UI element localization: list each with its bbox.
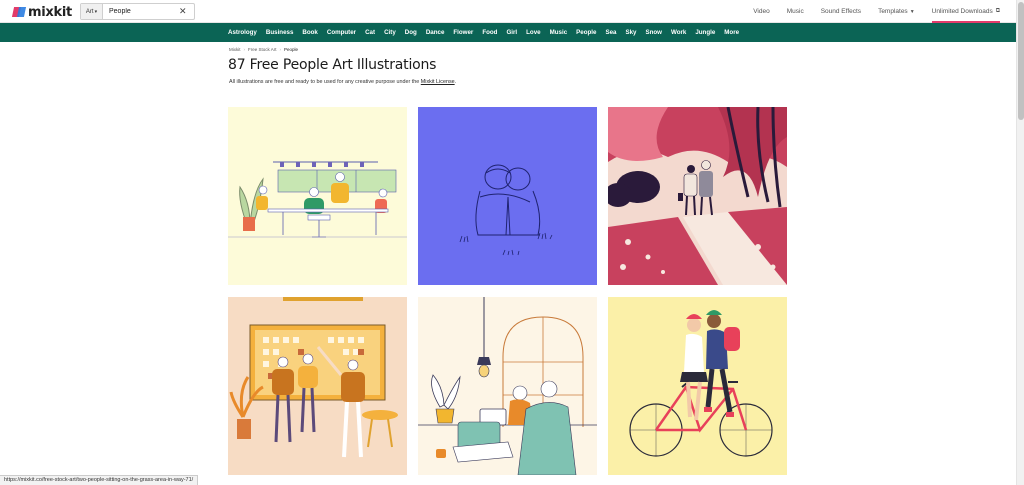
- mixkit-logo[interactable]: mixkit: [11, 4, 72, 20]
- category-sky[interactable]: Sky: [625, 29, 636, 36]
- category-sea[interactable]: Sea: [605, 29, 616, 36]
- category-computer[interactable]: Computer: [327, 29, 356, 36]
- category-people[interactable]: People: [576, 29, 596, 36]
- page-title: 87 Free People Art Illustrations: [228, 57, 437, 73]
- category-jungle[interactable]: Jungle: [695, 29, 715, 36]
- couple-hugging-illustration[interactable]: [418, 107, 597, 285]
- page-scrollbar[interactable]: [1016, 0, 1024, 485]
- category-dance[interactable]: Dance: [426, 29, 445, 36]
- category-business[interactable]: Business: [266, 29, 294, 36]
- chevron-down-icon: ▾: [94, 8, 98, 15]
- category-book[interactable]: Book: [302, 29, 317, 36]
- search-input[interactable]: [103, 8, 173, 15]
- scrollbar-thumb[interactable]: [1018, 2, 1024, 120]
- top-nav: Video Music Sound Effects Templates ▼ Unl…: [736, 0, 1001, 23]
- nav-music[interactable]: Music: [787, 8, 804, 15]
- nav-unlimited-downloads[interactable]: Unlimited Downloads ⧉: [931, 0, 1001, 23]
- subtitle-end: .: [454, 79, 457, 85]
- category-dog[interactable]: Dog: [405, 29, 417, 36]
- nav-templates-label: Templates: [878, 8, 908, 15]
- team-high-five-illustration[interactable]: [228, 297, 407, 475]
- breadcrumb-current: People: [284, 47, 299, 52]
- category-bar: Astrology Business Book Computer Cat Cit…: [0, 23, 1016, 42]
- external-link-icon: ⧉: [995, 8, 1000, 14]
- breadcrumb-separator-icon: ›: [279, 47, 282, 52]
- category-love[interactable]: Love: [526, 29, 540, 36]
- couple-working-laptop-illustration[interactable]: [418, 297, 597, 475]
- nav-unlimited-label: Unlimited Downloads: [931, 8, 993, 15]
- category-work[interactable]: Work: [671, 29, 686, 36]
- clear-search-icon[interactable]: ✕: [179, 6, 187, 17]
- category-city[interactable]: City: [384, 29, 396, 36]
- search-type-dropdown[interactable]: Art ▾: [81, 4, 103, 19]
- category-snow[interactable]: Snow: [645, 29, 662, 36]
- subtitle-text: All illustrations are free and ready to …: [229, 79, 420, 85]
- caret-down-icon: ▼: [909, 8, 915, 15]
- category-food[interactable]: Food: [482, 29, 497, 36]
- search-type-label: Art: [85, 8, 94, 15]
- breadcrumb-free-stock-art[interactable]: Free Stock Art: [248, 47, 277, 52]
- top-header: mixkit Art ▾ ✕ Video Music Sound Effects…: [0, 0, 1016, 23]
- category-music[interactable]: Music: [550, 29, 568, 36]
- page-subtitle: All illustrations are free and ready to …: [229, 79, 456, 85]
- license-link[interactable]: Mixkit License: [421, 79, 455, 85]
- nav-video[interactable]: Video: [753, 8, 770, 15]
- breadcrumb-mixkit[interactable]: Mixkit: [229, 47, 241, 52]
- category-astrology[interactable]: Astrology: [228, 29, 257, 36]
- nav-sound-effects[interactable]: Sound Effects: [821, 8, 861, 15]
- couple-walking-park-illustration[interactable]: [608, 107, 787, 285]
- category-more[interactable]: More: [724, 29, 739, 36]
- breadcrumb-separator-icon: ›: [243, 47, 246, 52]
- couple-on-bicycle-illustration[interactable]: [608, 297, 787, 475]
- search-bar: Art ▾ ✕: [80, 3, 195, 20]
- breadcrumb: Mixkit › Free Stock Art › People: [229, 47, 298, 52]
- office-meeting-illustration[interactable]: [228, 107, 407, 285]
- category-girl[interactable]: Girl: [506, 29, 517, 36]
- category-flower[interactable]: Flower: [453, 29, 473, 36]
- link-status-bar: https://mixkit.co/free-stock-art/two-peo…: [0, 475, 199, 485]
- nav-templates[interactable]: Templates ▼: [878, 8, 915, 15]
- logo-text: mixkit: [28, 4, 72, 20]
- logo-icon: [11, 7, 27, 17]
- category-cat[interactable]: Cat: [365, 29, 375, 36]
